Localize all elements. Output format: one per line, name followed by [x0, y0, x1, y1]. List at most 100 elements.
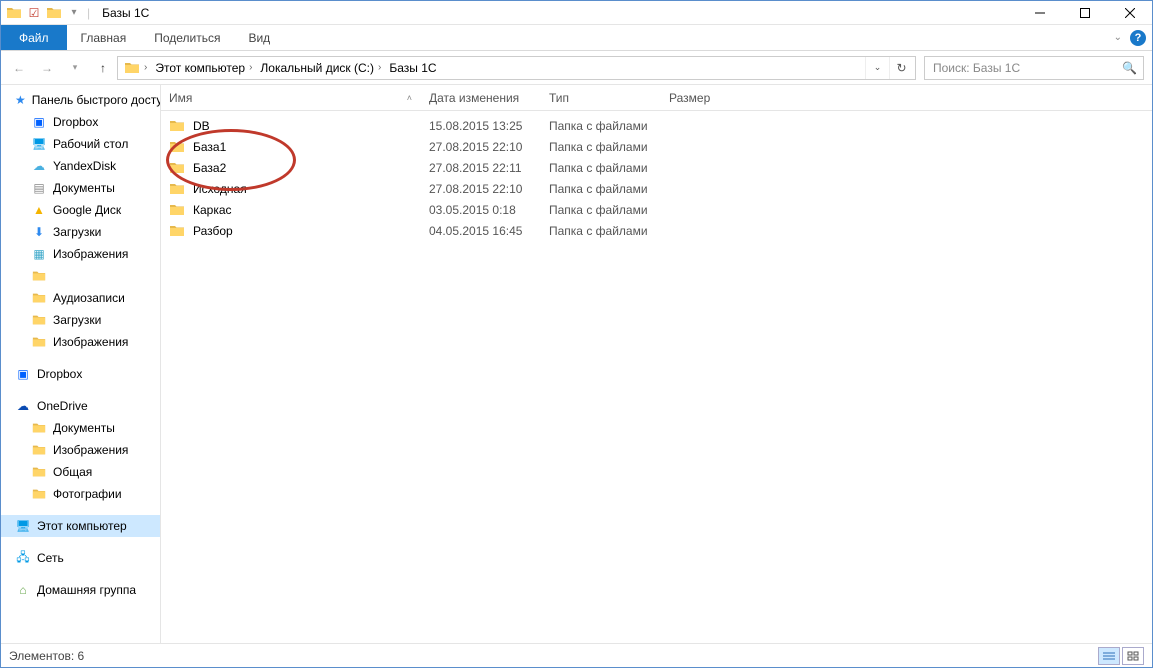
column-label: Размер	[669, 91, 710, 105]
maximize-button[interactable]	[1062, 1, 1107, 25]
icons-view-button[interactable]	[1122, 647, 1144, 665]
address-bar[interactable]: › Этот компьютер› Локальный диск (C:)› Б…	[117, 56, 916, 80]
sidebar-item-onedrive[interactable]: ☁OneDrive	[1, 395, 160, 417]
tab-share[interactable]: Поделиться	[140, 25, 234, 50]
help-icon[interactable]: ?	[1130, 30, 1146, 46]
address-dropdown-icon[interactable]: ⌄	[865, 57, 889, 79]
sidebar-item-documents[interactable]: ▤Документы	[1, 177, 160, 199]
homegroup-icon: ⌂	[15, 582, 31, 598]
sidebar-item-od-pictures[interactable]: Изображения	[1, 439, 160, 461]
sidebar-item-label: Этот компьютер	[37, 519, 127, 533]
file-type: Папка с файлами	[541, 140, 661, 154]
dropbox-icon: ▣	[15, 366, 31, 382]
column-header-size[interactable]: Размер	[661, 85, 761, 110]
table-row[interactable]: Разбор04.05.2015 16:45Папка с файлами	[161, 220, 1152, 241]
sidebar-item-pictures[interactable]: Изображения	[1, 331, 160, 353]
sidebar-item-label: Изображения	[53, 443, 128, 457]
properties-icon[interactable]: ☑	[25, 4, 43, 22]
folder-icon	[5, 4, 23, 22]
tab-file[interactable]: Файл	[1, 25, 67, 50]
chevron-right-icon: ›	[144, 62, 147, 73]
title-bar: ☑ ▾ | Базы 1С	[1, 1, 1152, 25]
table-row[interactable]: База227.08.2015 22:11Папка с файлами	[161, 157, 1152, 178]
tab-view[interactable]: Вид	[234, 25, 284, 50]
status-bar: Элементов: 6	[1, 643, 1152, 667]
folder-icon	[169, 181, 185, 197]
file-type: Папка с файлами	[541, 203, 661, 217]
sidebar-item-yandexdisk[interactable]: ☁YandexDisk	[1, 155, 160, 177]
column-header-date[interactable]: Дата изменения	[421, 85, 541, 110]
window-controls	[1017, 1, 1152, 25]
downloads-icon: ⬇	[31, 224, 47, 240]
tab-home[interactable]: Главная	[67, 25, 141, 50]
sidebar-item-label: Изображения	[53, 335, 128, 349]
sidebar-item-label: Документы	[53, 421, 115, 435]
sidebar-item-thispc[interactable]: 🖥 Этот компьютер	[1, 515, 160, 537]
sidebar-item-pictures[interactable]: ▦Изображения	[1, 243, 160, 265]
forward-button[interactable]: →	[37, 58, 57, 78]
breadcrumb-segment[interactable]: Этот компьютер›	[151, 57, 256, 79]
sidebar-item-label: Панель быстрого доступа	[32, 93, 160, 107]
sidebar-item-desktop[interactable]: 🖥Рабочий стол	[1, 133, 160, 155]
table-row[interactable]: База127.08.2015 22:10Папка с файлами	[161, 136, 1152, 157]
dropbox-icon: ▣	[31, 114, 47, 130]
breadcrumb-label: Локальный диск (C:)	[260, 61, 374, 75]
nav-bar: ← → ▾ ↑ › Этот компьютер› Локальный диск…	[1, 51, 1152, 85]
onedrive-icon: ☁	[15, 398, 31, 414]
table-row[interactable]: Исходная27.08.2015 22:10Папка с файлами	[161, 178, 1152, 199]
sidebar-item-homegroup[interactable]: ⌂ Домашняя группа	[1, 579, 160, 601]
history-dropdown-icon[interactable]: ▾	[65, 58, 85, 78]
sidebar-item-network[interactable]: 🖧 Сеть	[1, 547, 160, 569]
file-list: DB15.08.2015 13:25Папка с файламиБаза127…	[161, 111, 1152, 643]
file-date: 03.05.2015 0:18	[421, 203, 541, 217]
sidebar-item-downloads[interactable]: Загрузки	[1, 309, 160, 331]
document-icon: ▤	[31, 180, 47, 196]
close-button[interactable]	[1107, 1, 1152, 25]
sidebar-item-od-shared[interactable]: Общая	[1, 461, 160, 483]
ribbon-expand-icon[interactable]: ⌄	[1114, 32, 1122, 43]
explorer-body: ★Панель быстрого доступа ▣Dropbox 🖥Рабоч…	[1, 85, 1152, 643]
pc-icon: 🖥	[15, 518, 31, 534]
column-header-name[interactable]: Имя˄	[161, 85, 421, 110]
minimize-button[interactable]	[1017, 1, 1062, 25]
breadcrumb-segment[interactable]: Локальный диск (C:)›	[256, 57, 385, 79]
sidebar-item-dropbox[interactable]: ▣Dropbox	[1, 111, 160, 133]
sidebar-item-od-photos[interactable]: Фотографии	[1, 483, 160, 505]
sidebar-item-od-documents[interactable]: Документы	[1, 417, 160, 439]
search-input[interactable]	[931, 60, 1122, 76]
breadcrumb-root[interactable]: ›	[120, 57, 151, 79]
sidebar-item-label: Сеть	[37, 551, 64, 565]
cloud-icon: ☁	[31, 158, 47, 174]
table-row[interactable]: Каркас03.05.2015 0:18Папка с файлами	[161, 199, 1152, 220]
back-button[interactable]: ←	[9, 58, 29, 78]
navigation-pane: ★Панель быстрого доступа ▣Dropbox 🖥Рабоч…	[1, 85, 161, 643]
folder-icon	[31, 312, 47, 328]
breadcrumb-label: Базы 1С	[389, 61, 436, 75]
sidebar-item-generic[interactable]	[1, 265, 160, 287]
network-icon: 🖧	[15, 550, 31, 566]
column-header-type[interactable]: Тип	[541, 85, 661, 110]
sidebar-item-dropbox-root[interactable]: ▣Dropbox	[1, 363, 160, 385]
sidebar-item-label: Домашняя группа	[37, 583, 136, 597]
search-icon[interactable]: 🔍	[1122, 61, 1137, 75]
qat-dropdown-icon[interactable]: ▾	[65, 4, 83, 22]
table-row[interactable]: DB15.08.2015 13:25Папка с файлами	[161, 115, 1152, 136]
details-view-button[interactable]	[1098, 647, 1120, 665]
file-date: 04.05.2015 16:45	[421, 224, 541, 238]
star-icon: ★	[15, 92, 26, 108]
sidebar-item-googledrive[interactable]: ▲Google Диск	[1, 199, 160, 221]
search-box[interactable]: 🔍	[924, 56, 1144, 80]
sidebar-item-label: Аудиозаписи	[53, 291, 125, 305]
sidebar-item-music[interactable]: Аудиозаписи	[1, 287, 160, 309]
file-date: 27.08.2015 22:10	[421, 140, 541, 154]
up-button[interactable]: ↑	[93, 58, 113, 78]
sidebar-item-favorites[interactable]: ★ Панель быстрого доступа	[1, 89, 160, 111]
ribbon: Файл Главная Поделиться Вид ⌄ ?	[1, 25, 1152, 51]
refresh-button[interactable]: ↻	[889, 57, 913, 79]
quick-access-toolbar: ☑ ▾ |	[1, 4, 96, 22]
sidebar-item-downloads[interactable]: ⬇Загрузки	[1, 221, 160, 243]
sidebar-item-label: Рабочий стол	[53, 137, 128, 151]
breadcrumb-segment[interactable]: Базы 1С	[385, 57, 440, 79]
file-type: Папка с файлами	[541, 224, 661, 238]
file-date: 27.08.2015 22:11	[421, 161, 541, 175]
